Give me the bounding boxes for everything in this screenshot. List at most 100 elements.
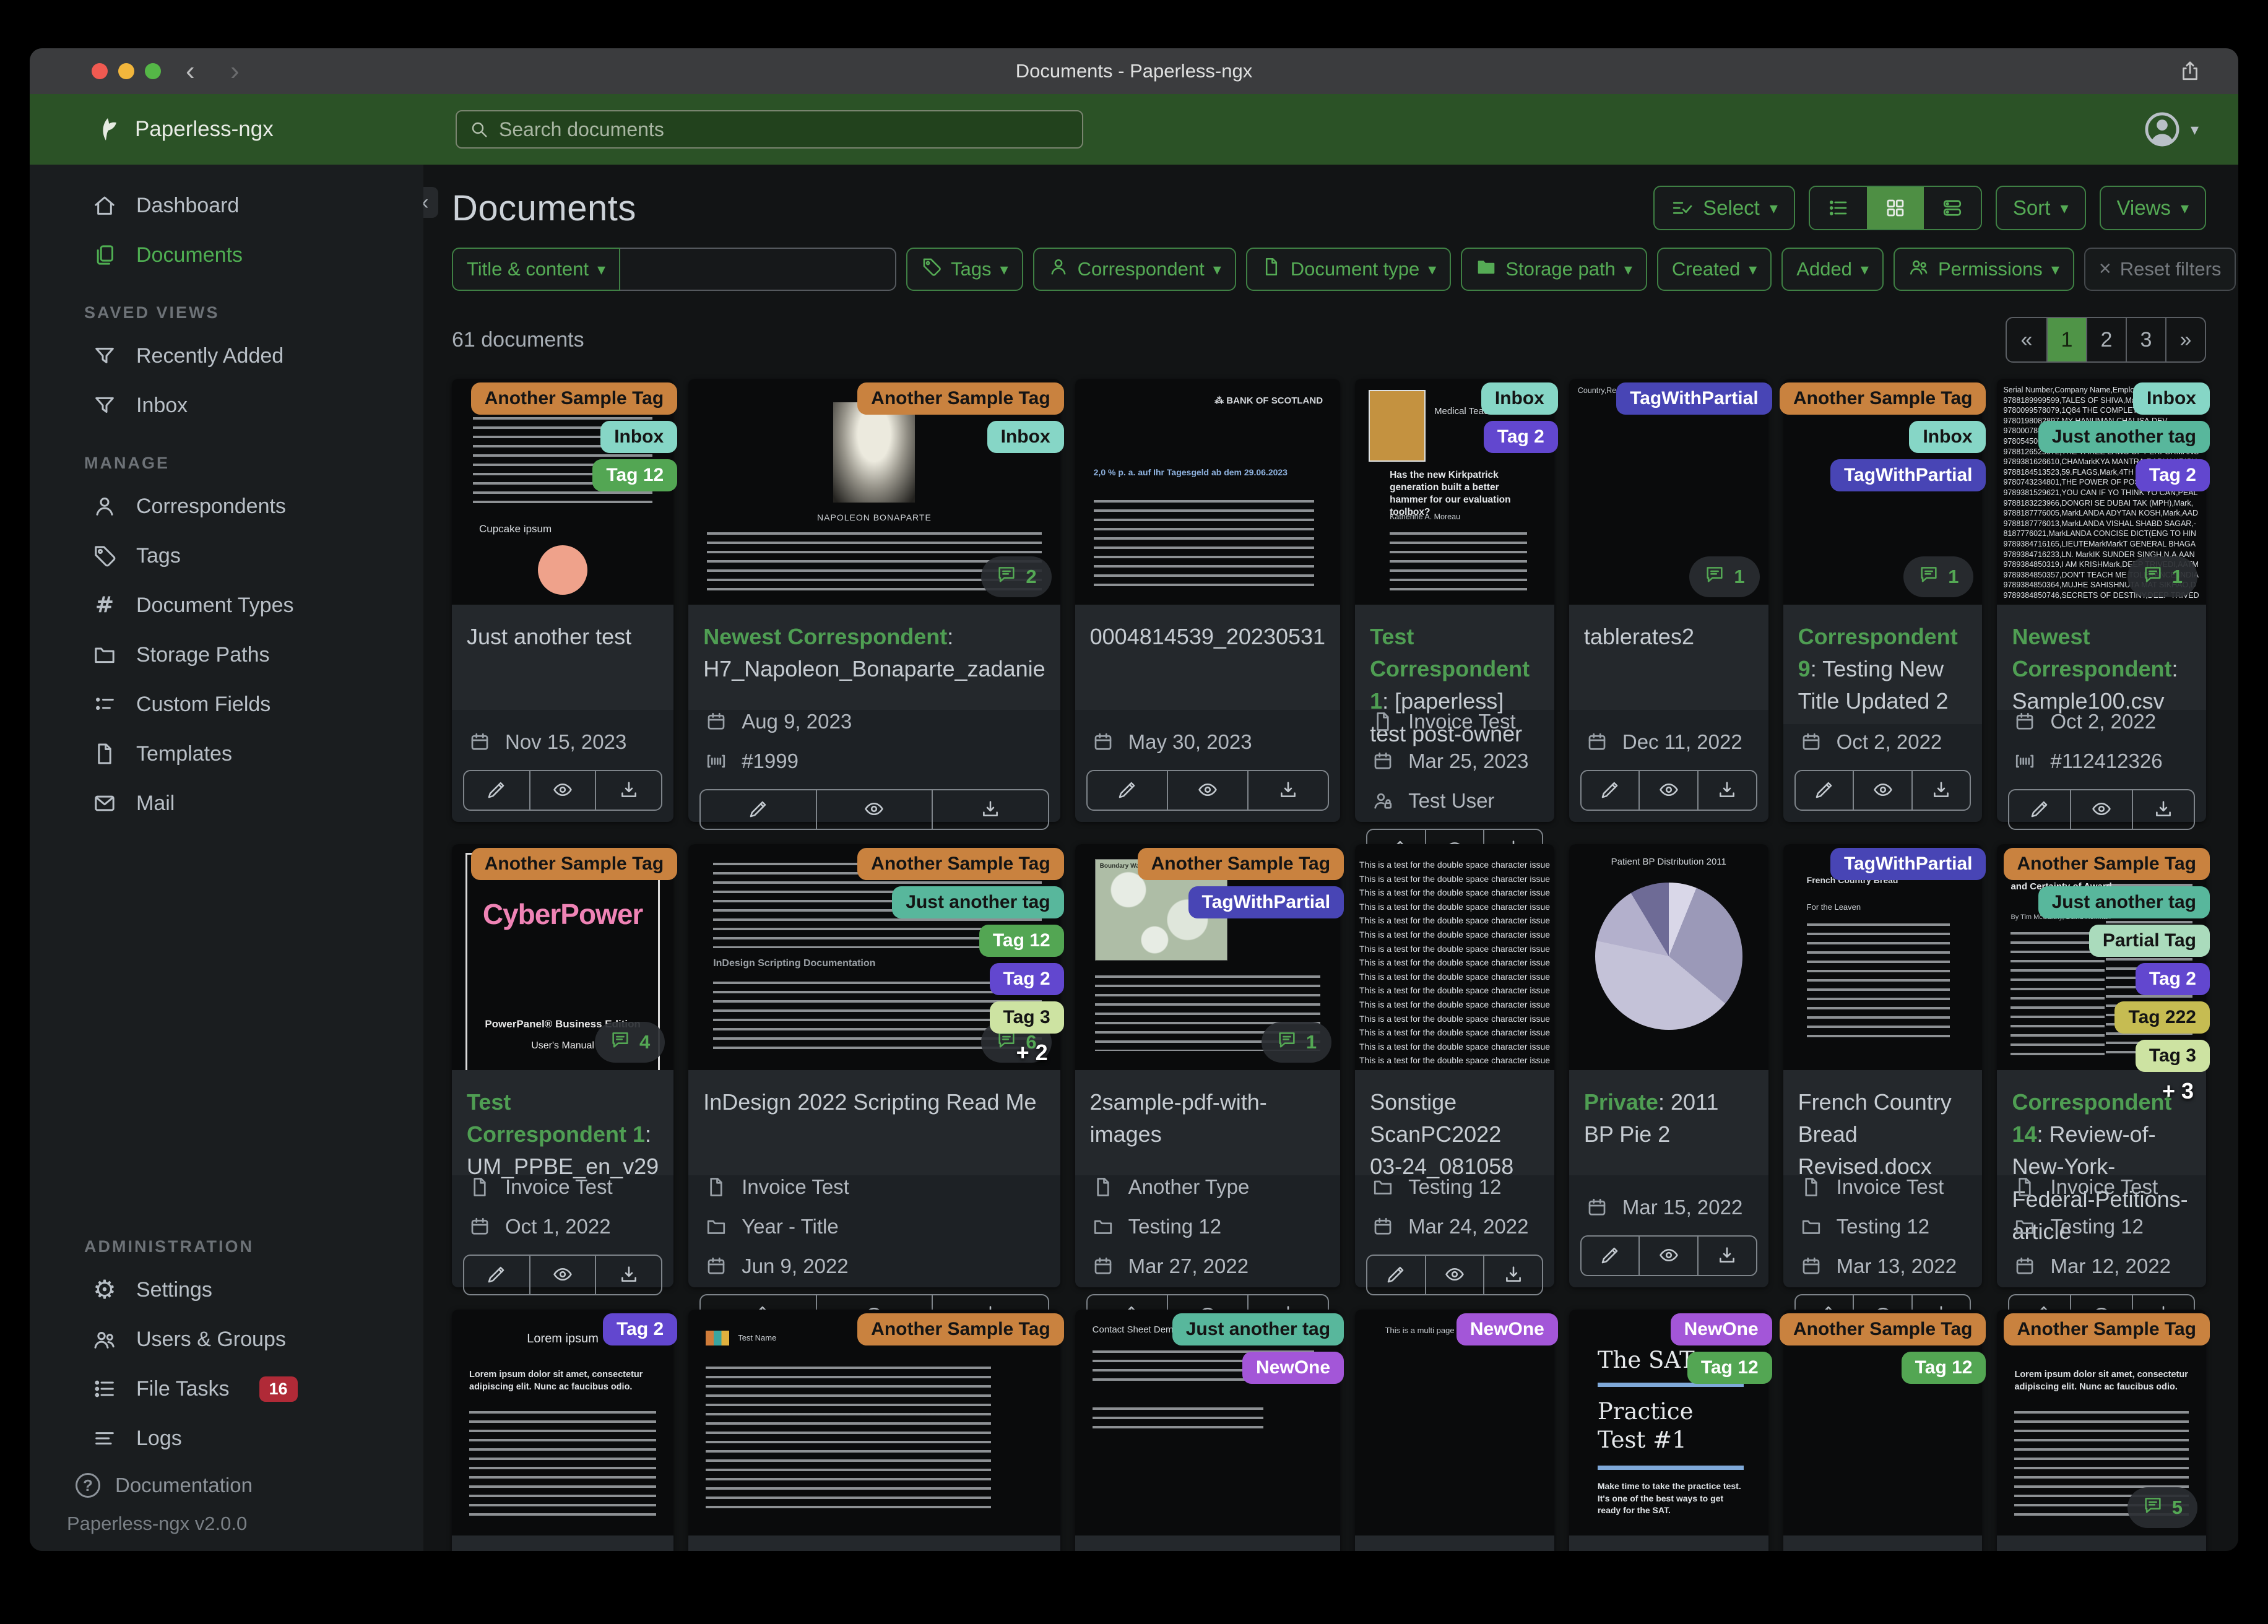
permissions-filter-button[interactable]: Permissions ▾	[1893, 248, 2074, 291]
document-title[interactable]: French Country Bread Revised.docx	[1783, 1070, 1983, 1179]
search-input[interactable]	[499, 118, 1070, 141]
sidebar-collapse-button[interactable]: «	[423, 187, 438, 218]
view-detail-button[interactable]	[1923, 187, 1981, 229]
edit-button[interactable]	[464, 771, 529, 810]
search-bar[interactable]	[456, 110, 1083, 149]
document-title[interactable]: 2sample-pdf-with-images	[1075, 1070, 1341, 1175]
sidebar-item-recently-added[interactable]: Recently Added	[30, 331, 423, 381]
document-type-filter-button[interactable]: Document type ▾	[1245, 248, 1452, 291]
pagination-page-»[interactable]: »	[2165, 318, 2205, 361]
document-title[interactable]	[1355, 1535, 1554, 1551]
view-grid-button[interactable]	[1866, 187, 1924, 229]
tag-pill[interactable]: Tag 12	[592, 459, 678, 491]
document-title[interactable]	[1569, 1535, 1768, 1551]
pagination-page-1[interactable]: 1	[2046, 318, 2086, 361]
document-card[interactable]: Lorem ipsumLorem ipsum dolor sit amet, c…	[1997, 1310, 2210, 1551]
pagination-page-3[interactable]: 3	[2126, 318, 2165, 361]
comment-count-badge[interactable]: 1	[1689, 556, 1760, 597]
tag-pill[interactable]: Another Sample Tag	[857, 848, 1064, 880]
pagination-page-2[interactable]: 2	[2086, 318, 2126, 361]
tag-pill[interactable]: Just another tag	[2038, 886, 2210, 918]
document-title[interactable]: tablerates2	[1569, 605, 1768, 710]
sidebar-item-storage-paths[interactable]: Storage Paths	[30, 630, 423, 680]
tag-pill[interactable]: TagWithPartial	[1616, 382, 1772, 415]
user-menu[interactable]: ▾	[2142, 110, 2199, 149]
tag-pill[interactable]: TagWithPartial	[1188, 886, 1344, 918]
tag-pill[interactable]: Inbox	[987, 421, 1064, 453]
document-card[interactable]: The SAT Practice Test #1 Make time to take…	[1569, 1310, 1772, 1551]
sidebar-item-logs[interactable]: Logs	[30, 1414, 423, 1463]
download-button[interactable]	[1697, 1237, 1756, 1275]
document-card[interactable]: CyberPower PowerPanel® Business Edition Us…	[452, 844, 678, 1295]
tag-pill[interactable]: Another Sample Tag	[470, 382, 678, 415]
tag-pill[interactable]: Another Sample Tag	[470, 848, 678, 880]
edit-button[interactable]	[1582, 771, 1639, 810]
document-title[interactable]	[1997, 1535, 2206, 1551]
sidebar-item-users-groups[interactable]: Users & Groups	[30, 1315, 423, 1364]
document-thumbnail[interactable]: Patient BP Distribution 2011	[1569, 844, 1768, 1070]
document-card[interactable]: NAPOLEON BONAPARTE 2 Another Sample Tag Inb…	[688, 379, 1064, 830]
tag-pill[interactable]: Tag 12	[1901, 1352, 1986, 1384]
title-content-filter-button[interactable]: Title & content ▾	[452, 248, 621, 291]
share-icon[interactable]	[2179, 60, 2201, 82]
tag-pill[interactable]: Another Sample Tag	[1779, 382, 1986, 415]
view-button[interactable]	[1638, 1237, 1697, 1275]
sidebar-item-settings[interactable]: ⚙ Settings	[30, 1265, 423, 1315]
tag-pill[interactable]: Another Sample Tag	[857, 382, 1064, 415]
document-thumbnail[interactable]: ⁂ BANK OF SCOTLAND 2,0 % p. a. auf Ihr Ta…	[1075, 379, 1341, 605]
tag-pill[interactable]: Just another tag	[1172, 1313, 1344, 1345]
sidebar-item-documents[interactable]: Documents	[30, 230, 423, 280]
tag-pill[interactable]: Just another tag	[2038, 421, 2210, 453]
edit-button[interactable]	[701, 790, 815, 829]
sidebar-item-custom-fields[interactable]: Custom Fields	[30, 680, 423, 729]
document-title[interactable]: Newest Correspondent: H7_Napoleon_Bonapa…	[688, 605, 1060, 710]
download-button[interactable]	[932, 790, 1047, 829]
tag-pill[interactable]: Partial Tag	[2088, 925, 2210, 957]
sort-button[interactable]: Sort ▾	[1995, 186, 2086, 230]
document-title[interactable]: 0004814539_20230531	[1075, 605, 1341, 710]
document-card[interactable]: This is a multi page document. Page 1. Ne…	[1355, 1310, 1558, 1551]
document-title[interactable]	[1075, 1535, 1341, 1551]
comment-count-badge[interactable]: 5	[2127, 1487, 2197, 1528]
document-card[interactable]: Review of Arbitral Awards Shows Swift Re…	[1997, 844, 2210, 1335]
created-filter-button[interactable]: Created ▾	[1656, 248, 1772, 291]
comment-count-badge[interactable]: 1	[2127, 556, 2197, 597]
comment-count-badge[interactable]: 1	[1903, 556, 1974, 597]
view-button[interactable]	[815, 790, 932, 829]
tag-pill[interactable]: Tag 222	[2114, 1001, 2210, 1034]
reset-filters-filter-button[interactable]: × Reset filters	[2084, 248, 2236, 291]
tag-pill[interactable]: Another Sample Tag	[1137, 848, 1344, 880]
tag-pill[interactable]: Tag 2	[989, 963, 1064, 995]
sidebar-item-correspondents[interactable]: Correspondents	[30, 482, 423, 531]
tag-pill[interactable]: Inbox	[600, 421, 678, 453]
added-filter-button[interactable]: Added ▾	[1781, 248, 1884, 291]
select-button[interactable]: Select ▾	[1653, 186, 1795, 230]
document-card[interactable]: This is a test for the double space char…	[1355, 844, 1554, 1295]
tag-pill[interactable]: Tag 3	[989, 1001, 1064, 1034]
edit-button[interactable]	[1367, 1256, 1425, 1294]
tag-pill[interactable]: NewOne	[1670, 1313, 1772, 1345]
view-button[interactable]	[1424, 1256, 1484, 1294]
view-button[interactable]	[1166, 771, 1247, 810]
sidebar-item-mail[interactable]: Mail	[30, 779, 423, 828]
edit-button[interactable]	[2009, 790, 2070, 829]
correspondent-link[interactable]: Test Correspondent 1	[467, 1089, 645, 1147]
document-card[interactable]: Contact Sheet Demo Just another tag NewOne	[1075, 1310, 1344, 1551]
document-card[interactable]: Boundary Waters Trip 1 Another Sample Tag T…	[1075, 844, 1344, 1335]
document-title[interactable]	[452, 1535, 674, 1551]
correspondent-link[interactable]: Private	[1584, 1089, 1658, 1115]
tag-pill[interactable]: Just another tag	[892, 886, 1064, 918]
tag-pill[interactable]: Another Sample Tag	[2003, 848, 2210, 880]
edit-button[interactable]	[464, 1256, 529, 1294]
document-card[interactable]: InDesign Scripting Documentation 6 Another…	[688, 844, 1064, 1335]
tag-pill[interactable]: Inbox	[1481, 382, 1558, 415]
sidebar-item-dashboard[interactable]: Dashboard	[30, 181, 423, 230]
tag-pill[interactable]: Inbox	[2132, 382, 2210, 415]
download-button[interactable]	[1697, 771, 1756, 810]
document-card[interactable]: Medical Teacher Has the new Kirkpatrick g…	[1355, 379, 1558, 870]
tag-pill[interactable]: Tag 12	[1687, 1352, 1772, 1384]
view-list-button[interactable]	[1809, 187, 1867, 229]
tag-pill[interactable]: Another Sample Tag	[1779, 1313, 1986, 1345]
document-title[interactable]	[688, 1535, 1060, 1551]
download-button[interactable]	[595, 1256, 661, 1294]
